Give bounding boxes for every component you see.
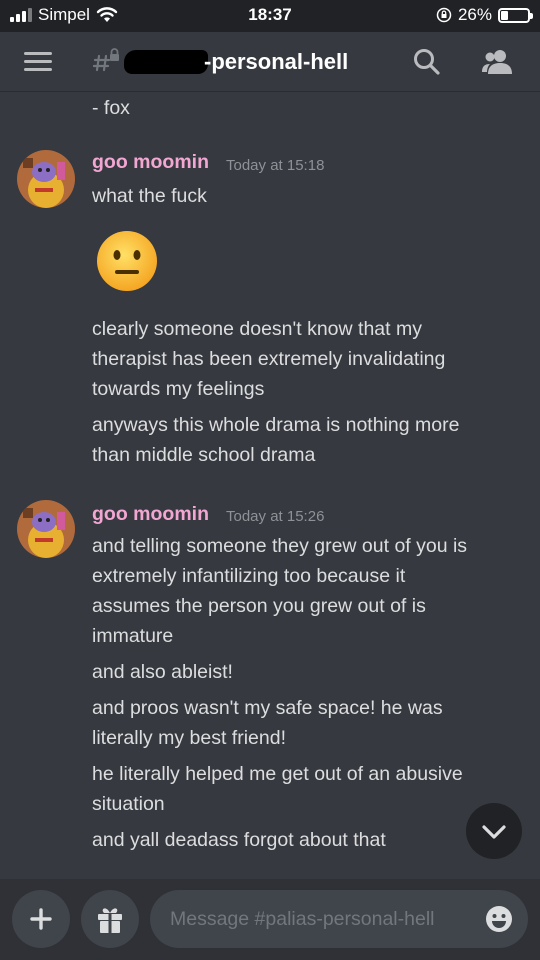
battery-percent: 26% <box>457 5 492 24</box>
message-text: assumes the person you grew out of is <box>92 595 426 617</box>
message-text: literally my best friend! <box>92 727 286 749</box>
message-text: anyways this whole drama is nothing more <box>92 414 460 436</box>
message-text: clearly someone doesn't know that my <box>92 318 422 340</box>
message-text: extremely infantilizing too because it <box>92 565 406 587</box>
locked-channel-icon <box>93 48 119 72</box>
message-text: therapist has been extremely invalidatin… <box>92 348 446 370</box>
menu-icon-bar <box>24 68 52 71</box>
avatar-image <box>17 500 75 558</box>
members-icon[interactable] <box>480 47 514 77</box>
message-text: - fox <box>92 97 130 119</box>
channel-title: -personal-hell <box>204 49 349 74</box>
message-username[interactable]: goo moomin <box>92 503 209 526</box>
menu-icon-bar <box>24 52 52 55</box>
message-text: and telling someone they grew out of you… <box>92 535 468 557</box>
redacted-name <box>124 50 208 74</box>
message-text: he literally helped me get out of an abu… <box>92 763 463 785</box>
message-text: situation <box>92 793 165 815</box>
message-timestamp: Today at 15:26 <box>226 508 325 525</box>
message-list[interactable]: - fox goo moomin Today at 15:18 what the… <box>0 93 540 879</box>
menu-icon-bar <box>24 60 52 63</box>
message-text: what the fuck <box>92 185 207 207</box>
status-right: 26% <box>436 5 533 25</box>
message-text: and also ableist! <box>92 661 233 683</box>
message-timestamp: Today at 15:18 <box>226 157 325 174</box>
rotation-lock-icon <box>436 7 452 23</box>
chevron-down-icon <box>482 825 506 839</box>
message-text: and yall deadass forgot about that <box>92 829 386 851</box>
message-text: towards my feelings <box>92 378 265 400</box>
status-bar: Simpel 18:37 26% <box>0 0 540 32</box>
neutral-face-emoji-icon <box>97 231 157 291</box>
gift-icon <box>98 908 122 933</box>
search-icon[interactable] <box>412 47 442 77</box>
message-text: and proos wasn't my safe space! he was <box>92 697 443 719</box>
add-attachment-button[interactable] <box>12 890 70 948</box>
gift-button[interactable] <box>81 890 139 948</box>
message-text: than middle school drama <box>92 444 316 466</box>
emoji-picker-icon[interactable] <box>484 904 514 934</box>
battery-icon <box>498 7 533 23</box>
message-input-wrapper <box>150 890 528 948</box>
avatar-image <box>17 150 75 208</box>
message-composer <box>0 879 540 960</box>
jump-to-bottom-button[interactable] <box>466 803 522 859</box>
avatar[interactable] <box>17 150 75 208</box>
menu-button[interactable] <box>24 50 54 74</box>
channel-header: -personal-hell <box>0 32 540 92</box>
message-username[interactable]: goo moomin <box>92 151 209 174</box>
avatar[interactable] <box>17 500 75 558</box>
plus-icon <box>30 908 52 930</box>
message-text: immature <box>92 625 174 647</box>
battery-fill <box>501 10 508 20</box>
message-input[interactable] <box>170 890 470 948</box>
